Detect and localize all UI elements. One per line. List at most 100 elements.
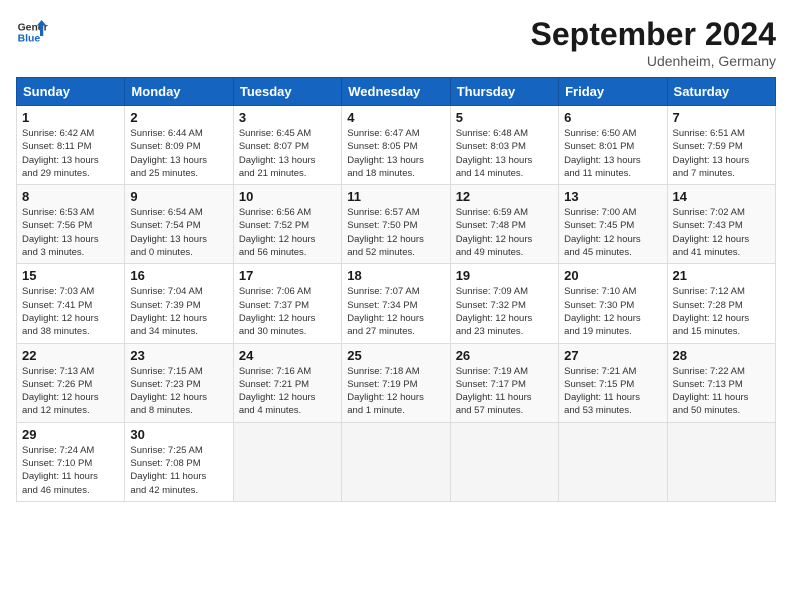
day-number: 3: [239, 110, 336, 125]
calendar-cell: 8 Sunrise: 6:53 AM Sunset: 7:56 PM Daylig…: [17, 185, 125, 264]
calendar-week-row: 15 Sunrise: 7:03 AM Sunset: 7:41 PM Dayli…: [17, 264, 776, 343]
calendar-cell: [450, 422, 558, 501]
day-info: Sunrise: 7:22 AM Sunset: 7:13 PM Dayligh…: [673, 365, 770, 418]
calendar-cell: 1 Sunrise: 6:42 AM Sunset: 8:11 PM Daylig…: [17, 106, 125, 185]
calendar-cell: 9 Sunrise: 6:54 AM Sunset: 7:54 PM Daylig…: [125, 185, 233, 264]
calendar-cell: 10 Sunrise: 6:56 AM Sunset: 7:52 PM Dayli…: [233, 185, 341, 264]
day-info: Sunrise: 6:53 AM Sunset: 7:56 PM Dayligh…: [22, 206, 119, 259]
calendar-week-row: 22 Sunrise: 7:13 AM Sunset: 7:26 PM Dayli…: [17, 343, 776, 422]
day-number: 6: [564, 110, 661, 125]
calendar-week-row: 29Sunrise: 7:24 AM Sunset: 7:10 PM Dayli…: [17, 422, 776, 501]
day-info: Sunrise: 7:07 AM Sunset: 7:34 PM Dayligh…: [347, 285, 444, 338]
calendar-cell: 27Sunrise: 7:21 AM Sunset: 7:15 PM Dayli…: [559, 343, 667, 422]
day-number: 7: [673, 110, 770, 125]
calendar-cell: 17 Sunrise: 7:06 AM Sunset: 7:37 PM Dayli…: [233, 264, 341, 343]
calendar-cell: 3 Sunrise: 6:45 AM Sunset: 8:07 PM Daylig…: [233, 106, 341, 185]
calendar-cell: 4Sunrise: 6:47 AM Sunset: 8:05 PM Daylig…: [342, 106, 450, 185]
day-info: Sunrise: 7:04 AM Sunset: 7:39 PM Dayligh…: [130, 285, 227, 338]
day-number: 30: [130, 427, 227, 442]
day-number: 28: [673, 348, 770, 363]
calendar-cell: 11Sunrise: 6:57 AM Sunset: 7:50 PM Dayli…: [342, 185, 450, 264]
calendar-cell: 23 Sunrise: 7:15 AM Sunset: 7:23 PM Dayli…: [125, 343, 233, 422]
title-block: September 2024 Udenheim, Germany: [531, 16, 776, 69]
calendar-cell: 2 Sunrise: 6:44 AM Sunset: 8:09 PM Daylig…: [125, 106, 233, 185]
day-number: 10: [239, 189, 336, 204]
day-number: 20: [564, 268, 661, 283]
day-info: Sunrise: 7:10 AM Sunset: 7:30 PM Dayligh…: [564, 285, 661, 338]
day-number: 25: [347, 348, 444, 363]
calendar-cell: [233, 422, 341, 501]
weekday-header: Sunday: [17, 78, 125, 106]
calendar-cell: [667, 422, 775, 501]
weekday-header: Monday: [125, 78, 233, 106]
day-number: 2: [130, 110, 227, 125]
logo-icon: General Blue: [16, 16, 48, 48]
day-number: 21: [673, 268, 770, 283]
day-number: 5: [456, 110, 553, 125]
day-number: 16: [130, 268, 227, 283]
day-number: 23: [130, 348, 227, 363]
calendar-cell: 20 Sunrise: 7:10 AM Sunset: 7:30 PM Dayli…: [559, 264, 667, 343]
calendar-cell: 24 Sunrise: 7:16 AM Sunset: 7:21 PM Dayli…: [233, 343, 341, 422]
day-info: Sunrise: 7:18 AM Sunset: 7:19 PM Dayligh…: [347, 365, 444, 418]
calendar-cell: 26Sunrise: 7:19 AM Sunset: 7:17 PM Dayli…: [450, 343, 558, 422]
weekday-header: Thursday: [450, 78, 558, 106]
calendar-cell: 18 Sunrise: 7:07 AM Sunset: 7:34 PM Dayli…: [342, 264, 450, 343]
day-number: 29: [22, 427, 119, 442]
calendar-week-row: 8 Sunrise: 6:53 AM Sunset: 7:56 PM Daylig…: [17, 185, 776, 264]
calendar-cell: [559, 422, 667, 501]
day-number: 19: [456, 268, 553, 283]
day-number: 15: [22, 268, 119, 283]
calendar-cell: 6 Sunrise: 6:50 AM Sunset: 8:01 PM Daylig…: [559, 106, 667, 185]
day-number: 27: [564, 348, 661, 363]
day-info: Sunrise: 6:54 AM Sunset: 7:54 PM Dayligh…: [130, 206, 227, 259]
month-title: September 2024: [531, 16, 776, 53]
day-number: 9: [130, 189, 227, 204]
day-info: Sunrise: 6:42 AM Sunset: 8:11 PM Dayligh…: [22, 127, 119, 180]
day-number: 8: [22, 189, 119, 204]
calendar-cell: 30Sunrise: 7:25 AM Sunset: 7:08 PM Dayli…: [125, 422, 233, 501]
day-info: Sunrise: 7:13 AM Sunset: 7:26 PM Dayligh…: [22, 365, 119, 418]
day-info: Sunrise: 7:15 AM Sunset: 7:23 PM Dayligh…: [130, 365, 227, 418]
day-number: 22: [22, 348, 119, 363]
day-info: Sunrise: 6:59 AM Sunset: 7:48 PM Dayligh…: [456, 206, 553, 259]
calendar-cell: 16 Sunrise: 7:04 AM Sunset: 7:39 PM Dayli…: [125, 264, 233, 343]
day-number: 24: [239, 348, 336, 363]
calendar-cell: 5 Sunrise: 6:48 AM Sunset: 8:03 PM Daylig…: [450, 106, 558, 185]
svg-text:Blue: Blue: [18, 34, 41, 45]
calendar-cell: 19 Sunrise: 7:09 AM Sunset: 7:32 PM Dayli…: [450, 264, 558, 343]
page-header: General Blue September 2024 Udenheim, Ge…: [16, 16, 776, 69]
day-number: 14: [673, 189, 770, 204]
day-number: 17: [239, 268, 336, 283]
day-info: Sunrise: 6:48 AM Sunset: 8:03 PM Dayligh…: [456, 127, 553, 180]
day-info: Sunrise: 7:02 AM Sunset: 7:43 PM Dayligh…: [673, 206, 770, 259]
calendar-cell: 12 Sunrise: 6:59 AM Sunset: 7:48 PM Dayli…: [450, 185, 558, 264]
day-info: Sunrise: 6:57 AM Sunset: 7:50 PM Dayligh…: [347, 206, 444, 259]
calendar-header-row: SundayMondayTuesdayWednesdayThursdayFrid…: [17, 78, 776, 106]
weekday-header: Friday: [559, 78, 667, 106]
day-number: 1: [22, 110, 119, 125]
day-number: 4: [347, 110, 444, 125]
day-number: 18: [347, 268, 444, 283]
weekday-header: Saturday: [667, 78, 775, 106]
calendar-cell: 28 Sunrise: 7:22 AM Sunset: 7:13 PM Dayli…: [667, 343, 775, 422]
calendar-week-row: 1 Sunrise: 6:42 AM Sunset: 8:11 PM Daylig…: [17, 106, 776, 185]
calendar-cell: [342, 422, 450, 501]
day-info: Sunrise: 6:44 AM Sunset: 8:09 PM Dayligh…: [130, 127, 227, 180]
day-info: Sunrise: 7:00 AM Sunset: 7:45 PM Dayligh…: [564, 206, 661, 259]
day-info: Sunrise: 7:16 AM Sunset: 7:21 PM Dayligh…: [239, 365, 336, 418]
day-number: 12: [456, 189, 553, 204]
calendar-cell: 15 Sunrise: 7:03 AM Sunset: 7:41 PM Dayli…: [17, 264, 125, 343]
day-info: Sunrise: 7:09 AM Sunset: 7:32 PM Dayligh…: [456, 285, 553, 338]
calendar-table: SundayMondayTuesdayWednesdayThursdayFrid…: [16, 77, 776, 502]
day-info: Sunrise: 7:03 AM Sunset: 7:41 PM Dayligh…: [22, 285, 119, 338]
day-info: Sunrise: 7:06 AM Sunset: 7:37 PM Dayligh…: [239, 285, 336, 338]
calendar-cell: 13 Sunrise: 7:00 AM Sunset: 7:45 PM Dayli…: [559, 185, 667, 264]
calendar-cell: 25 Sunrise: 7:18 AM Sunset: 7:19 PM Dayli…: [342, 343, 450, 422]
day-info: Sunrise: 6:45 AM Sunset: 8:07 PM Dayligh…: [239, 127, 336, 180]
day-number: 13: [564, 189, 661, 204]
day-info: Sunrise: 6:56 AM Sunset: 7:52 PM Dayligh…: [239, 206, 336, 259]
location: Udenheim, Germany: [531, 53, 776, 69]
day-info: Sunrise: 6:50 AM Sunset: 8:01 PM Dayligh…: [564, 127, 661, 180]
calendar-cell: 21Sunrise: 7:12 AM Sunset: 7:28 PM Dayli…: [667, 264, 775, 343]
